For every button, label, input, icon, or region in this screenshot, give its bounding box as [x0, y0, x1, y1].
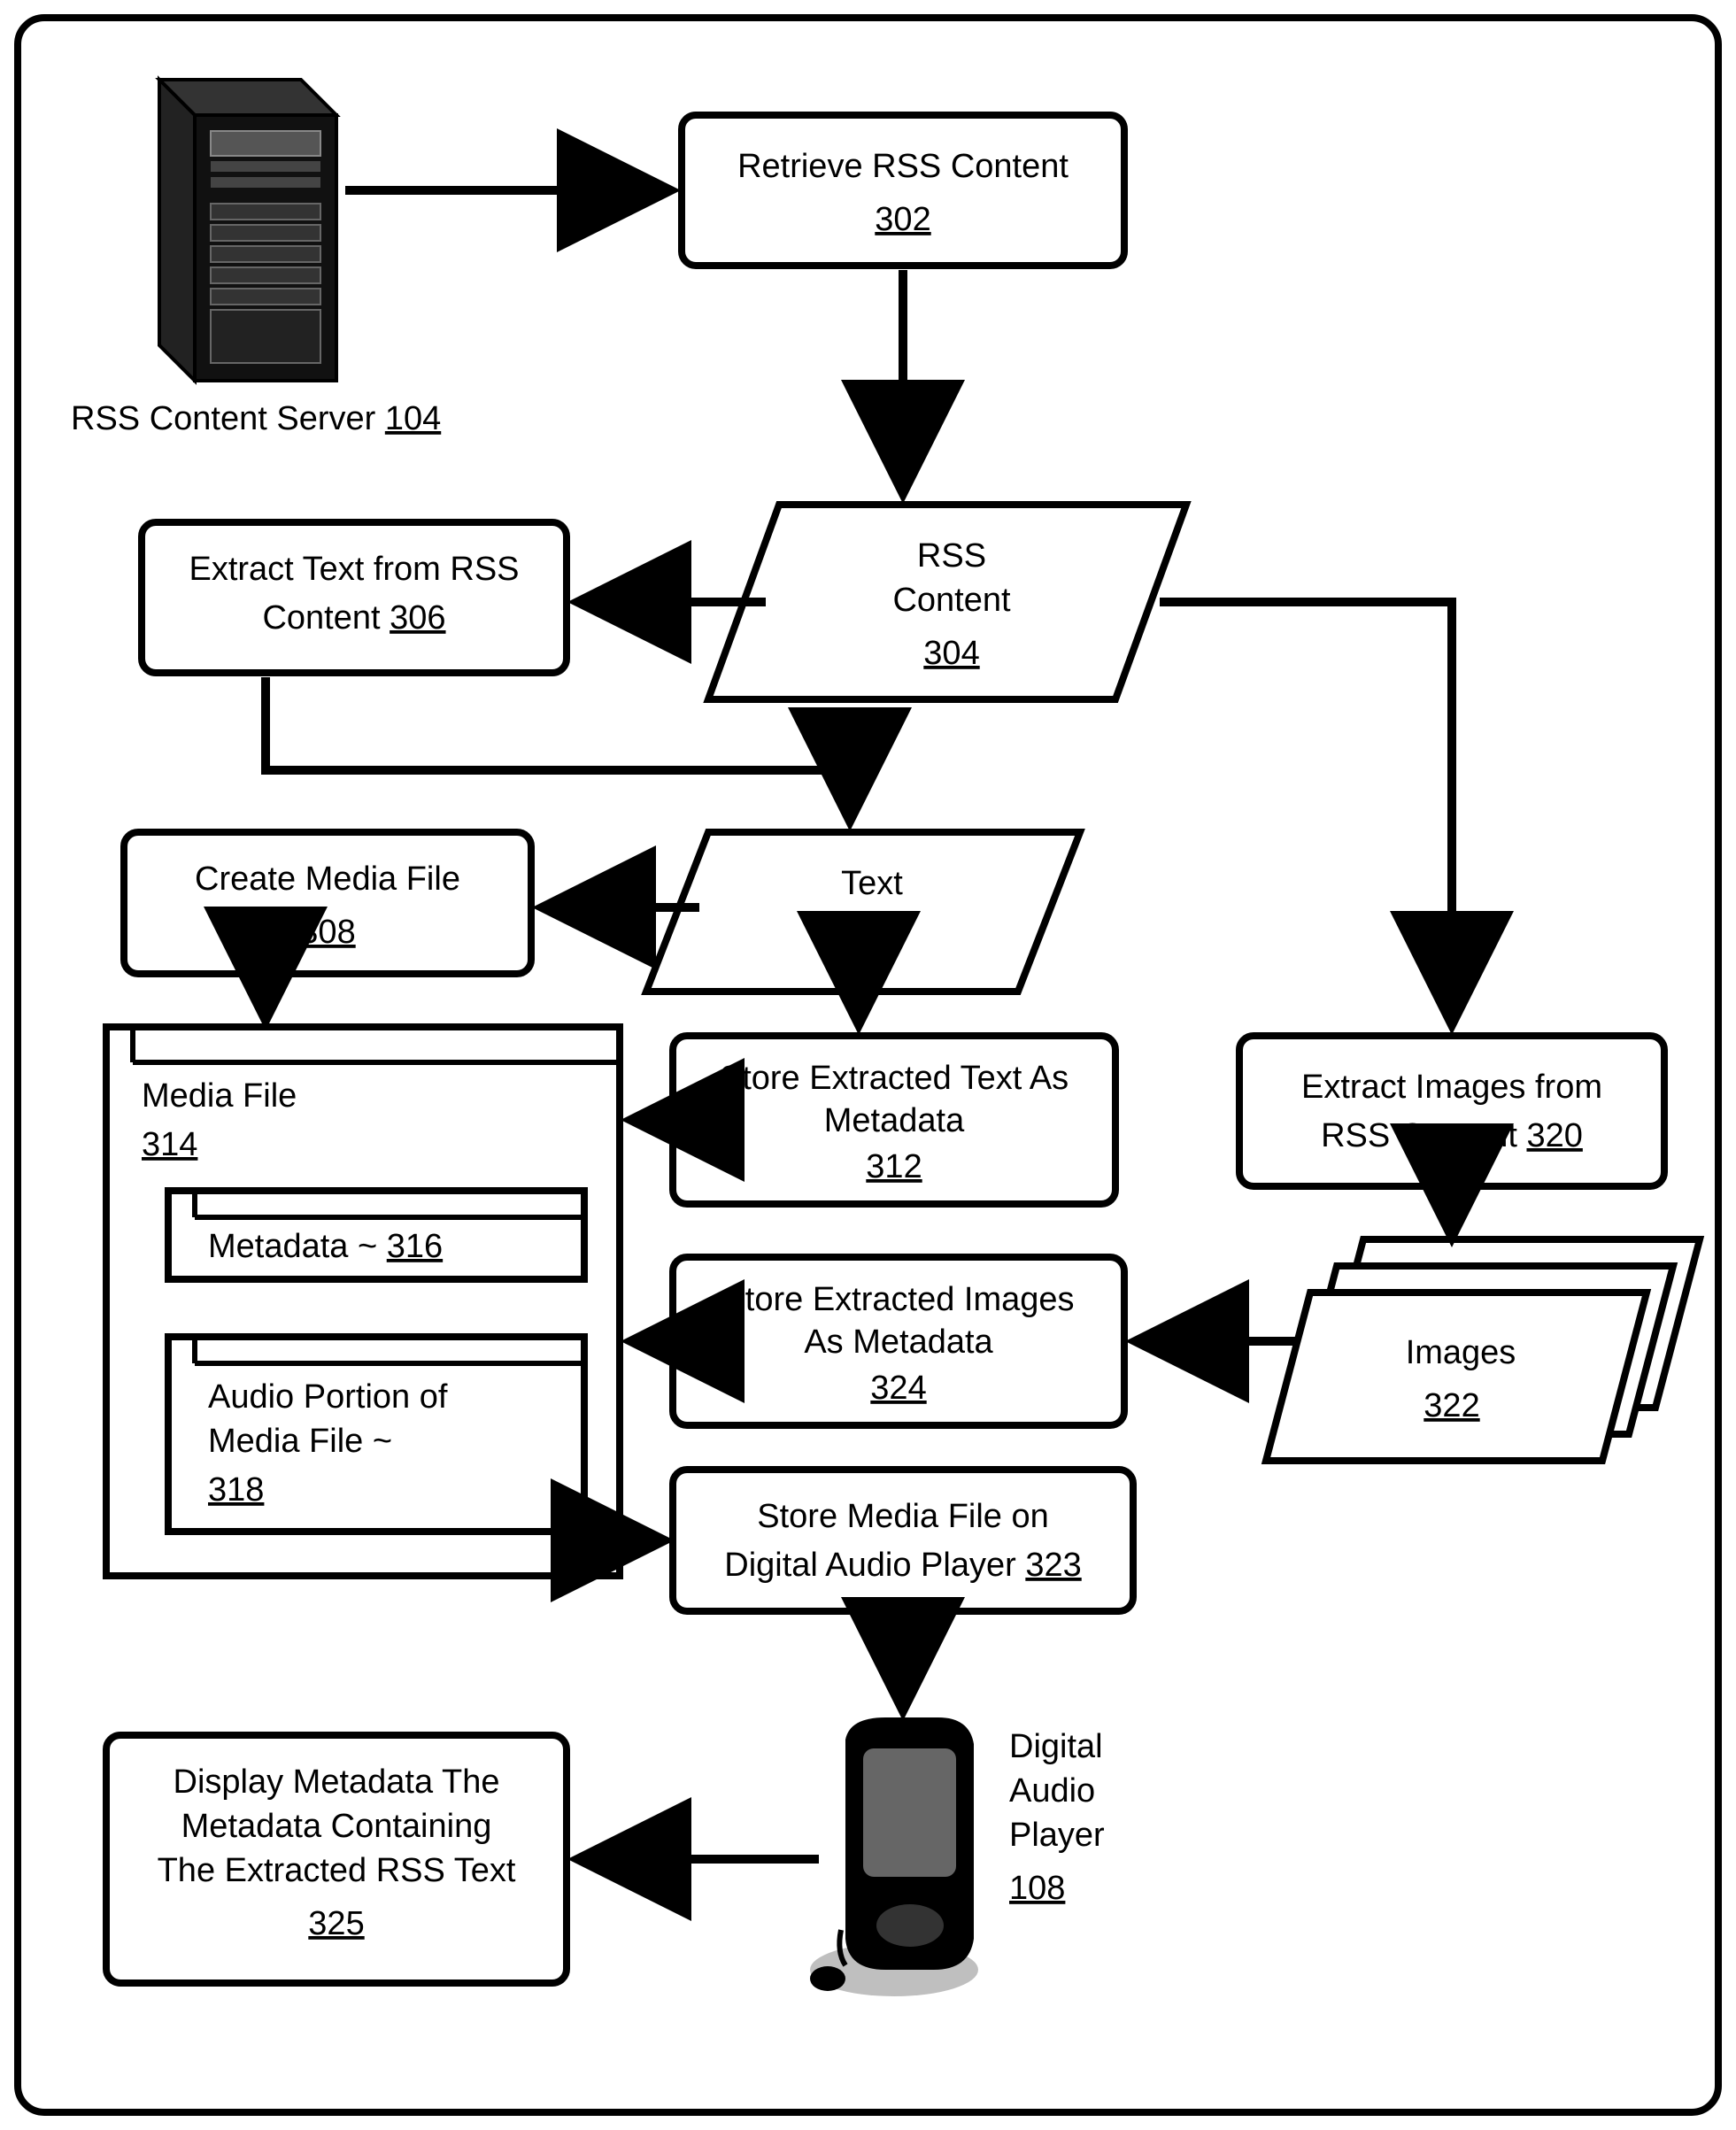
node-324-l1: Store Extracted Images: [722, 1281, 1074, 1318]
node-302-ref: 302: [875, 201, 930, 238]
node-324: Store Extracted Images As Metadata 324: [673, 1257, 1124, 1425]
server-icon: [159, 80, 336, 381]
node-306-l1: Extract Text from RSS: [189, 551, 519, 588]
node-325-l1: Display Metadata The: [174, 1763, 500, 1801]
node-302-label: Retrieve RSS Content: [737, 148, 1069, 185]
node-312: Store Extracted Text As Metadata 312: [673, 1036, 1115, 1204]
node-312-ref: 312: [866, 1148, 922, 1185]
svg-text:108: 108: [1009, 1870, 1065, 1907]
player-icon: [810, 1717, 978, 1996]
node-323: Store Media File on Digital Audio Player…: [673, 1470, 1133, 1611]
node-308-l1: Create Media File: [195, 860, 460, 898]
flowchart-diagram: RSS Content Server 104 Retrieve RSS Cont…: [0, 0, 1736, 2130]
node-304-l2: Content: [892, 582, 1011, 619]
node-310-l1: Text: [841, 865, 903, 902]
node-325-l2: Metadata Containing: [181, 1808, 492, 1845]
node-323-l1: Store Media File on: [757, 1498, 1049, 1535]
node-312-l2: Metadata: [824, 1102, 965, 1139]
node-318-ref: 318: [208, 1471, 264, 1509]
player-label: Digital Audio Player 108: [1009, 1728, 1105, 1907]
node-320-l1: Extract Images from: [1301, 1069, 1602, 1106]
node-308-ref: 308: [299, 914, 355, 951]
node-325-l3: The Extracted RSS Text: [158, 1852, 516, 1889]
node-304-ref: 304: [923, 635, 979, 672]
node-322-ref: 322: [1424, 1387, 1479, 1424]
node-320: Extract Images from RSS Content 320: [1239, 1036, 1664, 1186]
node-314-ref: 314: [142, 1126, 197, 1163]
node-312-l1: Store Extracted Text As: [720, 1060, 1069, 1097]
node-324-ref: 324: [870, 1370, 926, 1407]
node-304: RSS Content 304: [708, 505, 1186, 699]
node-316: Metadata ~ 316: [168, 1191, 584, 1279]
node-310: Text 310: [646, 832, 1080, 992]
svg-text:Player: Player: [1009, 1817, 1105, 1854]
node-322: Images 322: [1266, 1239, 1700, 1461]
node-310-ref: 310: [835, 922, 891, 960]
node-316-l1: Metadata ~ 316: [208, 1228, 443, 1265]
node-318-l1: Audio Portion of: [208, 1378, 448, 1416]
node-306-l2: Content 306: [262, 599, 445, 637]
node-324-l2: As Metadata: [804, 1324, 993, 1361]
node-323-l2: Digital Audio Player 323: [724, 1547, 1081, 1584]
node-306: Extract Text from RSS Content 306: [142, 522, 567, 673]
node-322-l1: Images: [1406, 1334, 1516, 1371]
node-325-ref: 325: [308, 1905, 364, 1942]
node-314-l1: Media File: [142, 1077, 297, 1115]
node-308: Create Media File 308: [124, 832, 531, 974]
node-314: Media File 314 Metadata ~ 316 Audio Port…: [106, 1027, 620, 1576]
node-318: Audio Portion of Media File ~ 318: [168, 1337, 584, 1532]
svg-text:Audio: Audio: [1009, 1772, 1095, 1810]
node-325: Display Metadata The Metadata Containing…: [106, 1735, 567, 1983]
node-320-l2: RSS Content 320: [1321, 1117, 1583, 1154]
node-318-l2: Media File ~: [208, 1423, 392, 1460]
server-label: RSS Content Server 104: [71, 400, 441, 437]
svg-text:Digital: Digital: [1009, 1728, 1103, 1765]
node-302: Retrieve RSS Content 302: [682, 115, 1124, 266]
node-304-l1: RSS: [917, 537, 986, 575]
